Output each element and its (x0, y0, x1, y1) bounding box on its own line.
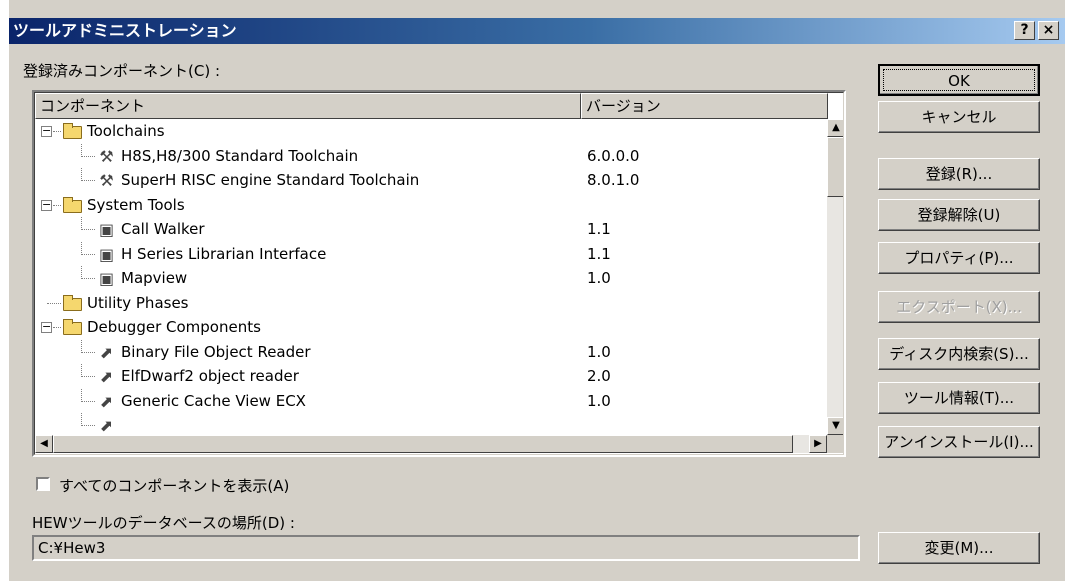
tree-line (81, 425, 95, 426)
tree-line (81, 376, 95, 377)
component-list[interactable]: コンポーネント バージョン − Toolchains ⚒ H8S,H8/300 Sta… (32, 90, 846, 457)
vertical-scrollbar[interactable]: ▲ ▼ (827, 119, 843, 435)
tree-row[interactable]: − Toolchains (35, 119, 827, 144)
tool-icon: ▣ (98, 269, 115, 288)
change-button[interactable]: 変更(M)... (878, 532, 1040, 564)
tool-administration-dialog: ツールアドミニストレーション ? × 登録済みコンポーネント(C) : コンポー… (9, 0, 1065, 581)
component-name: Call Walker (121, 220, 205, 238)
horizontal-scroll-thumb[interactable] (53, 435, 793, 453)
show-all-label[interactable]: すべてのコンポーネントを表示(A) (59, 475, 289, 496)
vertical-scroll-thumb[interactable] (827, 137, 843, 197)
tree-row[interactable]: − Debugger Components (35, 315, 827, 340)
component-name: ElfDwarf2 object reader (121, 367, 299, 385)
window-title: ツールアドミニストレーション (13, 21, 237, 40)
tree-row[interactable]: Utility Phases (35, 291, 827, 316)
component-version: 1.0 (587, 342, 611, 361)
toolchain-hammer-icon: ⚒ (99, 171, 114, 190)
tree-row[interactable]: ⬈ Generic Cache View ECX 1.0 (35, 388, 827, 414)
tree-row[interactable]: ⬈ Binary File Object Reader 1.0 (35, 339, 827, 365)
tool-info-button[interactable]: ツール情報(T)... (878, 382, 1040, 414)
debugger-component-icon: ⬈ (99, 367, 114, 386)
component-version: 1.0 (587, 391, 611, 410)
help-button[interactable]: ? (1014, 21, 1035, 40)
scroll-right-arrow-icon[interactable]: ▶ (809, 435, 827, 453)
tree-collapse-icon[interactable]: − (41, 125, 52, 137)
disk-search-button[interactable]: ディスク内検索(S)... (878, 338, 1040, 370)
component-name: SuperH RISC engine Standard Toolchain (121, 171, 420, 189)
tree-row[interactable]: − System Tools (35, 193, 827, 218)
component-name: Generic Cache View ECX (121, 391, 306, 410)
component-name: Toolchains (87, 122, 165, 140)
component-version: 8.0.1.0 (587, 171, 640, 189)
scroll-left-arrow-icon[interactable]: ◀ (35, 435, 53, 453)
component-name: Debugger Components (87, 318, 261, 336)
component-version: 2.0 (587, 367, 611, 385)
debugger-component-icon: ⬈ (99, 342, 114, 362)
tree-line (53, 204, 61, 206)
tree-line (53, 131, 61, 132)
tree-row[interactable]: ⚒ H8S,H8/300 Standard Toolchain 6.0.0.0 (35, 143, 827, 169)
tree-line (53, 327, 61, 328)
horizontal-scrollbar[interactable]: ◀ ▶ (35, 435, 827, 453)
focus-rect (883, 69, 1035, 91)
debugger-component-icon: ⬈ (99, 391, 114, 411)
properties-button[interactable]: プロパティ(P)... (878, 242, 1040, 274)
tree-line (47, 302, 61, 304)
component-version: 1.1 (587, 220, 611, 238)
tool-icon: ▣ (98, 220, 115, 239)
tree-row[interactable]: ▣ H Series Librarian Interface 1.1 (35, 241, 827, 267)
uninstall-button[interactable]: アンインストール(I)... (878, 426, 1040, 458)
component-version: 1.0 (587, 269, 611, 287)
show-all-checkbox[interactable] (36, 477, 50, 491)
title-bar[interactable]: ツールアドミニストレーション ? × (9, 18, 1065, 44)
scroll-corner (827, 435, 843, 453)
db-path-field: C:¥Hew3 (32, 535, 860, 561)
tree-line (81, 400, 95, 402)
folder-icon (63, 196, 82, 213)
tree-row[interactable]: ⬈ ElfDwarf2 object reader 2.0 (35, 364, 827, 389)
column-header-version[interactable]: バージョン (581, 93, 828, 119)
tree-line (81, 229, 95, 230)
folder-icon (63, 123, 82, 139)
folder-icon (63, 319, 82, 335)
folder-icon (63, 294, 82, 311)
component-version: 6.0.0.0 (587, 146, 640, 165)
tree-collapse-icon[interactable]: − (41, 321, 52, 333)
close-button[interactable]: × (1038, 21, 1059, 40)
components-label: 登録済みコンポーネント(C) : (23, 62, 221, 80)
tree-line (81, 253, 95, 255)
debugger-component-icon: ⬈ (99, 416, 114, 435)
component-version: 1.1 (587, 244, 611, 263)
component-name: Mapview (121, 269, 188, 287)
component-name: Utility Phases (87, 293, 189, 312)
tool-icon: ▣ (98, 244, 115, 264)
tree-line (81, 351, 95, 353)
tree-line (81, 155, 95, 157)
component-name: Binary File Object Reader (121, 342, 311, 361)
tree-line (81, 180, 95, 181)
tree-row[interactable]: ▣ Call Walker 1.1 (35, 217, 827, 242)
register-button[interactable]: 登録(R)... (878, 158, 1040, 190)
db-location-label: HEWツールのデータベースの場所(D) : (32, 514, 295, 532)
tree-row[interactable]: ⬈ (35, 413, 827, 435)
toolchain-hammer-icon: ⚒ (99, 146, 114, 166)
ok-button[interactable]: OK (878, 64, 1040, 96)
scroll-up-arrow-icon[interactable]: ▲ (827, 119, 843, 137)
scroll-down-arrow-icon[interactable]: ▼ (827, 417, 843, 435)
unregister-button[interactable]: 登録解除(U) (878, 199, 1040, 231)
component-name: H Series Librarian Interface (121, 244, 327, 263)
cancel-button[interactable]: キャンセル (878, 101, 1040, 133)
column-header-component[interactable]: コンポーネント (35, 93, 581, 119)
component-name: System Tools (87, 195, 185, 214)
tree-line (81, 278, 95, 279)
tree-row[interactable]: ▣ Mapview 1.0 (35, 266, 827, 291)
tree-collapse-icon[interactable]: − (41, 199, 52, 211)
component-name: H8S,H8/300 Standard Toolchain (121, 146, 359, 165)
tree-row[interactable]: ⚒ SuperH RISC engine Standard Toolchain 8.… (35, 168, 827, 193)
component-tree: − Toolchains ⚒ H8S,H8/300 Standard Toolchai… (35, 119, 827, 435)
export-button[interactable]: エクスポート(X)... (878, 291, 1040, 323)
